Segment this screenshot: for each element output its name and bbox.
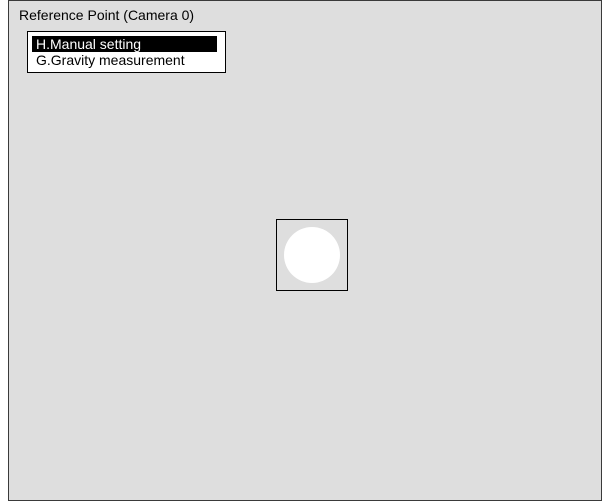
menu-item-gravity-measurement[interactable]: G.Gravity measurement	[32, 52, 221, 68]
camera-view-screen: Reference Point (Camera 0) H.Manual sett…	[8, 0, 602, 501]
menu-item-manual-setting[interactable]: H.Manual setting	[32, 36, 217, 52]
reference-point-box[interactable]	[276, 219, 348, 291]
reference-point-menu: H.Manual setting G.Gravity measurement	[27, 31, 226, 73]
screen-title: Reference Point (Camera 0)	[19, 7, 195, 23]
reference-point-marker	[284, 227, 340, 283]
